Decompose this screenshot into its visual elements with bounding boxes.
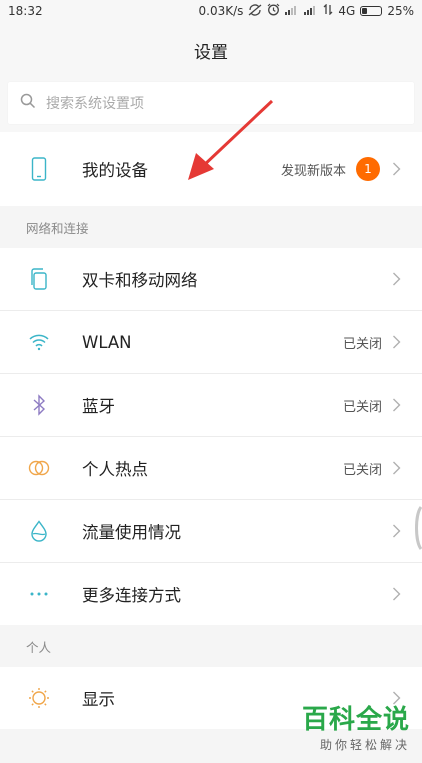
more-connections-row[interactable]: 更多连接方式 (0, 563, 422, 625)
wlan-label: WLAN (82, 332, 132, 352)
watermark-sub: 助你轻松解决 (319, 738, 410, 752)
dual-sim-label: 双卡和移动网络 (82, 271, 198, 290)
title-bar: 设置 (0, 22, 422, 78)
dual-sim-row[interactable]: 双卡和移动网络 (0, 248, 422, 311)
wlan-status: 已关闭 (342, 336, 382, 352)
chevron-right-icon (392, 461, 402, 475)
annotation-arrow-icon (188, 99, 274, 180)
chevron-right-icon (392, 691, 402, 705)
hotspot-icon (26, 455, 52, 481)
section-header-network: 网络和连接 (0, 206, 422, 248)
hotspot-label: 个人热点 (82, 460, 148, 479)
status-time: 18:32 (8, 4, 43, 18)
data-usage-row[interactable]: 流量使用情况 (0, 500, 422, 563)
bluetooth-status: 已关闭 (342, 399, 382, 415)
sun-icon (26, 685, 52, 711)
sync-off-icon (248, 3, 262, 19)
watermark-main: 百科全说 (301, 705, 410, 735)
status-bar: 18:32 0.03K/s 4G 25% (0, 0, 422, 22)
chevron-right-icon (392, 398, 402, 412)
bluetooth-label: 蓝牙 (82, 397, 115, 416)
network-speed: 0.03K/s (198, 4, 244, 18)
signal-icon-sim1 (285, 5, 299, 18)
network-section: 双卡和移动网络 WLAN 已关闭 蓝牙 已关闭 个人热点 已关闭 流量使用情况 … (0, 248, 422, 625)
scroll-edge-indicator (415, 506, 422, 550)
search-icon (20, 93, 36, 113)
chevron-right-icon (392, 272, 402, 286)
alarm-icon (267, 3, 280, 19)
chevron-right-icon (392, 587, 402, 601)
section-header-personal: 个人 (0, 625, 422, 667)
battery-icon (360, 6, 383, 16)
watermark: 百科全说 助你轻松解决 (302, 705, 410, 753)
chevron-right-icon (392, 335, 402, 349)
sim-card-icon (26, 266, 52, 292)
signal-icon-sim2 (304, 5, 318, 18)
water-drop-icon (26, 518, 52, 544)
hotspot-row[interactable]: 个人热点 已关闭 (0, 437, 422, 500)
hotspot-status: 已关闭 (342, 462, 382, 478)
network-type: 4G (338, 4, 356, 18)
search-placeholder: 搜索系统设置项 (46, 96, 144, 112)
phone-icon (26, 156, 52, 182)
page-title: 设置 (194, 42, 228, 63)
new-version-text: 发现新版本 (280, 163, 346, 179)
wifi-icon (26, 329, 52, 355)
more-dots-icon (26, 581, 52, 607)
chevron-right-icon (392, 162, 402, 176)
bluetooth-row[interactable]: 蓝牙 已关闭 (0, 374, 422, 437)
data-usage-label: 流量使用情况 (82, 523, 181, 542)
chevron-right-icon (392, 524, 402, 538)
battery-percent: 25% (387, 4, 414, 18)
update-badge: 1 (356, 157, 380, 181)
bluetooth-icon (26, 392, 52, 418)
more-connections-label: 更多连接方式 (82, 586, 181, 605)
wlan-row[interactable]: WLAN 已关闭 (0, 311, 422, 374)
data-transfer-icon (323, 3, 333, 18)
